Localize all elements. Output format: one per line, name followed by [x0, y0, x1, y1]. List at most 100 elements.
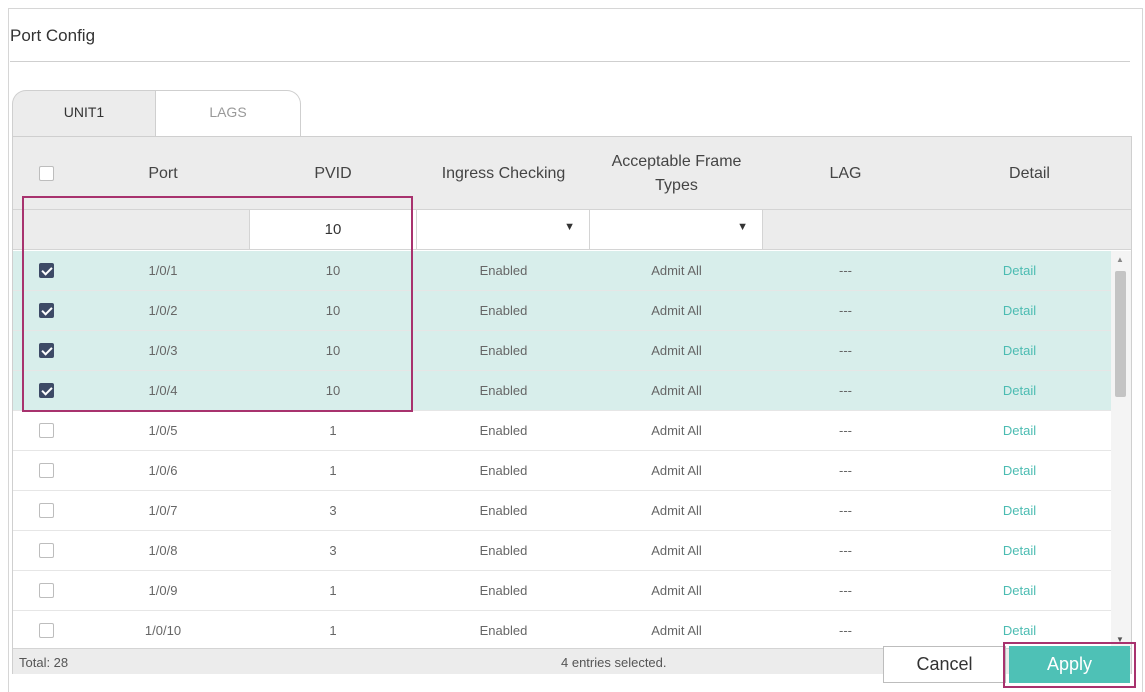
lag-cell: ---: [839, 583, 852, 598]
header-detail: Detail: [1009, 164, 1050, 182]
frame-types-cell: Admit All: [651, 263, 702, 278]
scroll-down-icon[interactable]: ▼: [1116, 635, 1124, 644]
table-row[interactable]: 1/0/8 3 Enabled Admit All --- Detail: [13, 531, 1111, 571]
row-checkbox[interactable]: [39, 303, 54, 318]
ingress-cell: Enabled: [479, 463, 528, 478]
frame-types-cell: Admit All: [651, 383, 702, 398]
port-cell: 1/0/1: [148, 263, 178, 278]
chevron-down-icon: ▼: [564, 221, 575, 233]
lag-cell: ---: [839, 343, 852, 358]
row-checkbox[interactable]: [39, 343, 54, 358]
pvid-cell: 10: [325, 343, 341, 358]
row-checkbox[interactable]: [39, 463, 54, 478]
select-all-checkbox[interactable]: [39, 166, 54, 181]
port-cell: 1/0/9: [148, 583, 178, 598]
table-row[interactable]: 1/0/3 10 Enabled Admit All --- Detail: [13, 331, 1111, 371]
table-row[interactable]: 1/0/6 1 Enabled Admit All --- Detail: [13, 451, 1111, 491]
ingress-cell: Enabled: [479, 623, 528, 638]
table-row[interactable]: 1/0/1 10 Enabled Admit All --- Detail: [13, 251, 1111, 291]
frame-types-cell: Admit All: [651, 343, 702, 358]
detail-link[interactable]: Detail: [928, 451, 1111, 491]
row-checkbox[interactable]: [39, 503, 54, 518]
detail-link[interactable]: Detail: [928, 411, 1111, 451]
ingress-cell: Enabled: [479, 503, 528, 518]
row-checkbox[interactable]: [39, 423, 54, 438]
ingress-cell: Enabled: [479, 543, 528, 558]
cancel-button[interactable]: Cancel: [883, 646, 1006, 683]
port-cell: 1/0/2: [148, 303, 178, 318]
header-lag: LAG: [829, 164, 862, 182]
header-acceptable-frame-types: Acceptable Frame Types: [590, 137, 763, 210]
table-row[interactable]: 1/0/9 1 Enabled Admit All --- Detail: [13, 571, 1111, 611]
ingress-cell: Enabled: [479, 383, 528, 398]
scrollbar-thumb[interactable]: [1115, 271, 1126, 397]
row-checkbox[interactable]: [39, 623, 54, 638]
pvid-cell: 1: [329, 583, 337, 598]
port-cell: 1/0/3: [148, 343, 178, 358]
batch-edit-row: 10 ▼ ▼: [13, 210, 1131, 250]
row-checkbox[interactable]: [39, 543, 54, 558]
table-header: Port PVID Ingress Checking Acceptable Fr…: [13, 137, 1131, 210]
lag-cell: ---: [839, 383, 852, 398]
apply-button[interactable]: Apply: [1009, 646, 1130, 683]
table-row[interactable]: 1/0/10 1 Enabled Admit All --- Detail: [13, 611, 1111, 648]
pvid-cell: 3: [329, 543, 337, 558]
frame-types-select[interactable]: ▼: [590, 210, 763, 249]
ingress-cell: Enabled: [479, 343, 528, 358]
frame-types-cell: Admit All: [651, 303, 702, 318]
detail-link[interactable]: Detail: [928, 491, 1111, 531]
ingress-checking-select[interactable]: ▼: [417, 210, 590, 249]
lag-cell: ---: [839, 263, 852, 278]
lag-cell: ---: [839, 623, 852, 638]
port-cell: 1/0/5: [148, 423, 178, 438]
detail-link[interactable]: Detail: [928, 251, 1111, 291]
lag-cell: ---: [839, 303, 852, 318]
table-row[interactable]: 1/0/2 10 Enabled Admit All --- Detail: [13, 291, 1111, 331]
header-pvid: PVID: [314, 164, 352, 182]
header-frame-line1: Acceptable Frame: [611, 152, 742, 170]
lag-cell: ---: [839, 463, 852, 478]
detail-link[interactable]: Detail: [928, 611, 1111, 648]
lag-cell: ---: [839, 423, 852, 438]
tab-lags[interactable]: LAGS: [155, 90, 301, 137]
tab-unit1[interactable]: UNIT1: [12, 90, 155, 137]
pvid-cell: 1: [329, 463, 337, 478]
detail-link[interactable]: Detail: [928, 371, 1111, 411]
port-cell: 1/0/6: [148, 463, 178, 478]
frame-types-cell: Admit All: [651, 623, 702, 638]
ingress-cell: Enabled: [479, 583, 528, 598]
table-row[interactable]: 1/0/7 3 Enabled Admit All --- Detail: [13, 491, 1111, 531]
header-ingress-checking: Ingress Checking: [441, 164, 566, 182]
frame-types-cell: Admit All: [651, 543, 702, 558]
scroll-up-icon[interactable]: ▲: [1116, 255, 1124, 264]
ingress-cell: Enabled: [479, 263, 528, 278]
detail-link[interactable]: Detail: [928, 531, 1111, 571]
pvid-cell: 10: [325, 303, 341, 318]
ingress-cell: Enabled: [479, 423, 528, 438]
chevron-down-icon: ▼: [737, 221, 748, 233]
detail-link[interactable]: Detail: [928, 571, 1111, 611]
pvid-cell: 1: [329, 423, 337, 438]
table-row[interactable]: 1/0/4 10 Enabled Admit All --- Detail: [13, 371, 1111, 411]
row-checkbox[interactable]: [39, 583, 54, 598]
table-row[interactable]: 1/0/5 1 Enabled Admit All --- Detail: [13, 411, 1111, 451]
row-checkbox[interactable]: [39, 263, 54, 278]
panel-title: Port Config: [10, 26, 96, 45]
header-port: Port: [148, 164, 178, 182]
selection-status: 4 entries selected.: [561, 655, 667, 670]
row-checkbox[interactable]: [39, 383, 54, 398]
vertical-scrollbar[interactable]: ▲ ▼: [1111, 251, 1131, 648]
port-cell: 1/0/8: [148, 543, 178, 558]
header-frame-line2: Types: [655, 176, 698, 194]
lag-cell: ---: [839, 503, 852, 518]
detail-link[interactable]: Detail: [928, 291, 1111, 331]
port-cell: 1/0/4: [148, 383, 178, 398]
table-body: 1/0/1 10 Enabled Admit All --- Detail 1/0/2 10 E…: [13, 251, 1111, 648]
pvid-cell: 10: [325, 383, 341, 398]
detail-link[interactable]: Detail: [928, 331, 1111, 371]
total-count: Total: 28: [19, 655, 69, 670]
frame-types-cell: Admit All: [651, 503, 702, 518]
frame-types-cell: Admit All: [651, 583, 702, 598]
pvid-input[interactable]: 10: [249, 210, 417, 249]
frame-types-cell: Admit All: [651, 463, 702, 478]
